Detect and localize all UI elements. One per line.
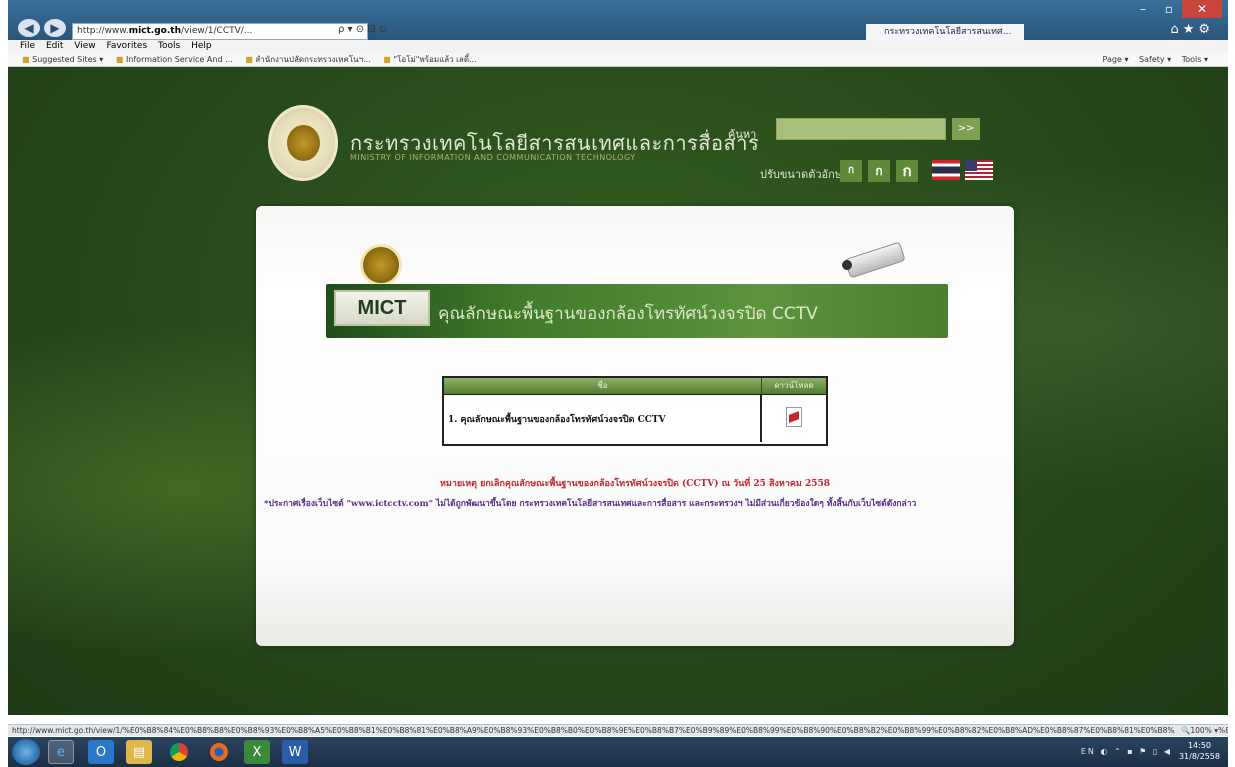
status-url: http://www.mict.go.th/view/1/%E0%B8%84%E… [12, 726, 1228, 735]
font-small-button[interactable]: ก [840, 160, 862, 182]
address-tools[interactable]: ρ ▾ ⊙ ⊟ ⊙ [338, 24, 387, 35]
status-bar: http://www.mict.go.th/view/1/%E0%B8%84%E… [8, 724, 1228, 736]
favorite-item[interactable]: "โอโม่"พร้อมแล้ว เลดี้... [383, 55, 476, 64]
clock-time: 14:50 [1187, 741, 1212, 750]
forward-button[interactable]: ▶ [44, 19, 66, 37]
close-button[interactable]: ✕ [1182, 0, 1222, 18]
favorite-item[interactable]: Suggested Sites ▾ [22, 55, 103, 64]
menu-view[interactable]: View [74, 41, 95, 51]
command-tools[interactable]: Tools ▾ [1182, 55, 1208, 64]
address-bar[interactable]: http://www.mict.go.th/view/1/CCTV/... [72, 23, 368, 40]
page-banner: MICT คุณลักษณะพื้นฐานของกล้องโทรทัศน์วงจ… [326, 284, 948, 338]
mict-emblem-icon [360, 244, 402, 286]
ministry-emblem-icon [287, 125, 320, 161]
chrome-icon[interactable] [166, 740, 192, 764]
download-cell [762, 395, 826, 442]
firefox-icon[interactable] [206, 740, 232, 764]
menu-edit[interactable]: Edit [46, 41, 63, 51]
cancellation-notice: หมายเหตุ ยกเลิกคุณลักษณะพื้นฐานของกล้องโ… [439, 479, 831, 489]
favorite-item[interactable]: Information Service And ... [116, 55, 233, 64]
document-name: 1. คุณลักษณะพื้นฐานของกล้องโทรทัศน์วงจรป… [444, 395, 762, 442]
menu-tools[interactable]: Tools [158, 41, 180, 51]
file-explorer-icon[interactable]: ▤ [126, 740, 152, 764]
website-disclaimer: *ประกาศเรื่องเว็บไซต์ "www.ictcctv.com" … [264, 499, 917, 509]
back-button[interactable]: ◀ [18, 19, 40, 37]
table-row: 1. คุณลักษณะพื้นฐานของกล้องโทรทัศน์วงจรป… [444, 394, 826, 442]
zoom-level[interactable]: 🔍100% ▾ [1175, 725, 1218, 736]
clock-date: 31/8/2558 [1178, 752, 1220, 761]
tab-active-label: กระทรวงเทคโนโลยีสารสนเทศ... [884, 27, 1012, 37]
document-table: ชื่อ ดาวน์โหลด 1. คุณลักษณะพื้นฐานของกล้… [442, 376, 828, 446]
window-controls: – ▫ ✕ [1130, 0, 1222, 22]
table-header: ชื่อ ดาวน์โหลด [444, 378, 826, 394]
column-header-name: ชื่อ [444, 378, 762, 394]
font-size-label: ปรับขนาดตัวอักษร [760, 168, 848, 181]
system-tray[interactable]: EN ◐ ⌃ ▪ ⚑ ▯ ◀ [1081, 747, 1172, 756]
search-label: ค้นหา [728, 128, 757, 141]
font-medium-button[interactable]: ก [868, 160, 890, 182]
home-star-gear-icons[interactable]: ⌂★⚙ [1170, 22, 1214, 37]
menu-bar: File Edit View Favorites Tools Help [8, 40, 1228, 53]
tab-active[interactable]: กระทรวงเทคโนโลยีสารสนเทศ... [866, 24, 1024, 40]
english-flag-icon[interactable] [965, 160, 993, 180]
zoom-value: 100% [1190, 726, 1212, 735]
clock[interactable]: 14:50 31/8/2558 [1179, 740, 1220, 762]
browser-title-bar: ◀ ▶ http://www.mict.go.th/view/1/CCTV/..… [8, 0, 1228, 40]
ministry-logo[interactable] [268, 105, 338, 181]
favorites-bar: Suggested Sites ▾ Information Service An… [8, 53, 1228, 67]
maximize-button[interactable]: ▫ [1156, 0, 1182, 18]
menu-help[interactable]: Help [191, 41, 212, 51]
command-page[interactable]: Page ▾ [1103, 55, 1129, 64]
address-domain: mict.go.th [128, 26, 181, 36]
cctv-camera-icon [840, 241, 910, 279]
word-icon[interactable]: W [282, 740, 308, 764]
column-header-download: ดาวน์โหลด [774, 381, 814, 390]
taskbar: e O ▤ X W EN ◐ ⌃ ▪ ⚑ ▯ ◀ 14:50 31/8/2558 [8, 737, 1228, 767]
minimize-button[interactable]: – [1130, 0, 1156, 18]
excel-icon[interactable]: X [244, 740, 270, 764]
start-button[interactable] [12, 739, 40, 765]
banner-title: คุณลักษณะพื้นฐานของกล้องโทรทัศน์วงจรปิด … [438, 304, 818, 324]
pdf-download-icon[interactable] [786, 407, 802, 427]
menu-favorites[interactable]: Favorites [106, 41, 147, 51]
tab-1[interactable] [568, 24, 668, 40]
tab-2[interactable] [718, 24, 818, 40]
address-prefix: http://www. [77, 26, 129, 36]
site-subtitle: MINISTRY OF INFORMATION AND COMMUNICATIO… [350, 153, 636, 162]
font-large-button[interactable]: ก [896, 160, 918, 182]
address-path: /view/1/CCTV/... [180, 26, 253, 36]
favorite-item[interactable]: สำนักงานปลัดกระทรวงเทคโนฯ... [245, 55, 371, 64]
search-button[interactable]: >> [952, 118, 980, 140]
outlook-icon[interactable]: O [88, 740, 114, 764]
menu-file[interactable]: File [20, 41, 35, 51]
command-bar: Page ▾ Safety ▾ Tools ▾ [1095, 53, 1208, 67]
page-content: กระทรวงเทคโนโลยีสารสนเทศและการสื่อสาร MI… [8, 67, 1228, 715]
internet-explorer-icon[interactable]: e [48, 740, 74, 764]
thai-flag-icon[interactable] [932, 160, 960, 180]
search-input[interactable] [776, 118, 946, 140]
mict-logo: MICT [334, 290, 430, 326]
command-safety[interactable]: Safety ▾ [1139, 55, 1171, 64]
content-panel: MICT คุณลักษณะพื้นฐานของกล้องโทรทัศน์วงจ… [256, 206, 1014, 646]
